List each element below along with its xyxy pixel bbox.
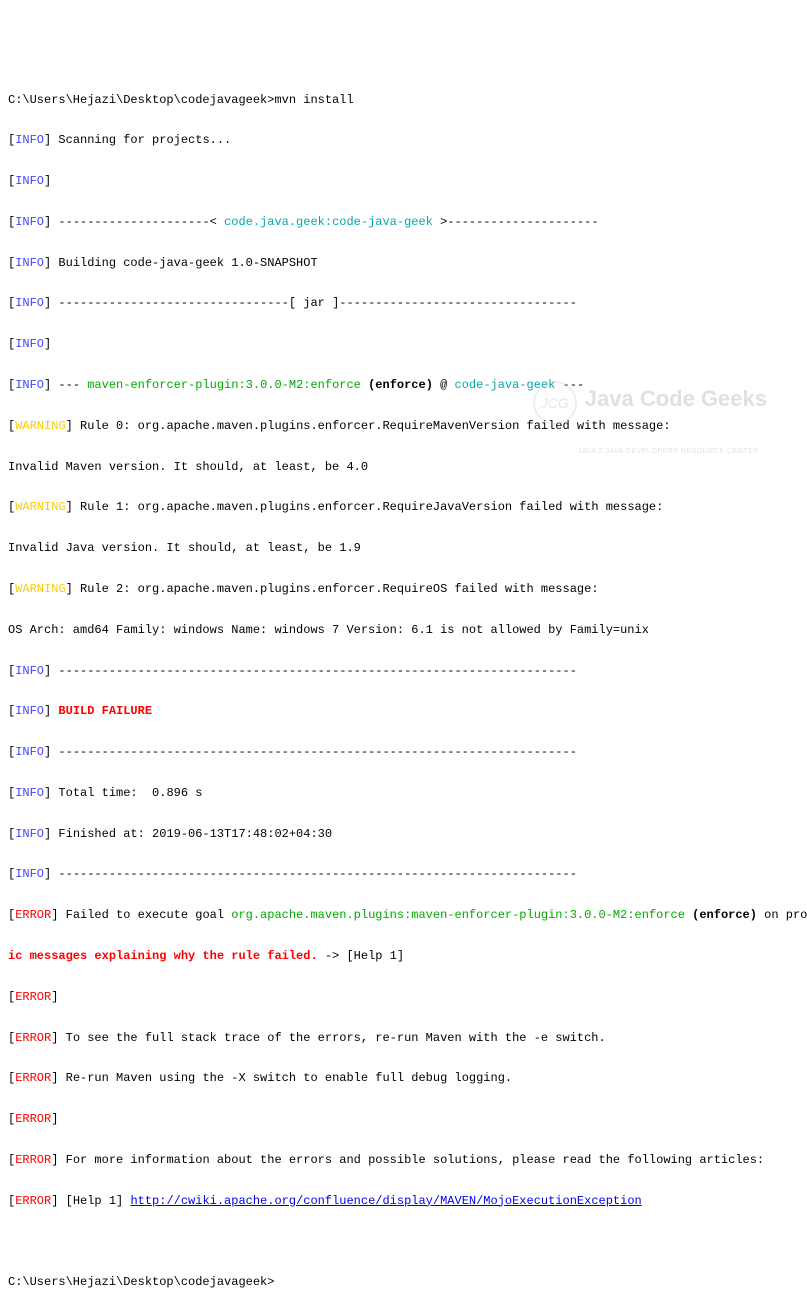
log-line: [INFO] ---------------------------------… bbox=[8, 661, 799, 681]
prompt-line: C:\Users\Hejazi\Desktop\codejavageek>mvn… bbox=[8, 90, 799, 110]
build-failure-line: [INFO] BUILD FAILURE bbox=[8, 701, 799, 721]
log-line: [WARNING] Rule 0: org.apache.maven.plugi… bbox=[8, 416, 799, 436]
log-line: [WARNING] Rule 2: org.apache.maven.plugi… bbox=[8, 579, 799, 599]
log-line: [INFO] --------------------------------[… bbox=[8, 293, 799, 313]
prompt-line[interactable]: C:\Users\Hejazi\Desktop\codejavageek> bbox=[8, 1272, 799, 1292]
error-line: [ERROR] Failed to execute goal org.apach… bbox=[8, 905, 799, 925]
log-line: [INFO] bbox=[8, 334, 799, 354]
log-line: [INFO] Total time: 0.896 s bbox=[8, 783, 799, 803]
log-line: [INFO] ---------------------------------… bbox=[8, 864, 799, 884]
log-line: [INFO] Scanning for projects... bbox=[8, 130, 799, 150]
log-line: OS Arch: amd64 Family: windows Name: win… bbox=[8, 620, 799, 640]
log-line: Invalid Maven version. It should, at lea… bbox=[8, 457, 799, 477]
error-line: [ERROR] [Help 1] http://cwiki.apache.org… bbox=[8, 1191, 799, 1211]
error-line: [ERROR] bbox=[8, 987, 799, 1007]
log-line: [INFO] Building code-java-geek 1.0-SNAPS… bbox=[8, 253, 799, 273]
log-line: [WARNING] Rule 1: org.apache.maven.plugi… bbox=[8, 497, 799, 517]
error-line: [ERROR] Re-run Maven using the -X switch… bbox=[8, 1068, 799, 1088]
error-line: ic messages explaining why the rule fail… bbox=[8, 946, 799, 966]
error-line: [ERROR] bbox=[8, 1109, 799, 1129]
log-line: [INFO] bbox=[8, 171, 799, 191]
log-line: Invalid Java version. It should, at leas… bbox=[8, 538, 799, 558]
log-line: [INFO] ---------------------------------… bbox=[8, 742, 799, 762]
log-line: [INFO] Finished at: 2019-06-13T17:48:02+… bbox=[8, 824, 799, 844]
log-line: [INFO] --- maven-enforcer-plugin:3.0.0-M… bbox=[8, 375, 799, 395]
help-link[interactable]: http://cwiki.apache.org/confluence/displ… bbox=[130, 1194, 641, 1208]
error-line: [ERROR] To see the full stack trace of t… bbox=[8, 1028, 799, 1048]
log-line: [INFO] ---------------------< code.java.… bbox=[8, 212, 799, 232]
error-line: [ERROR] For more information about the e… bbox=[8, 1150, 799, 1170]
blank-line bbox=[8, 1231, 799, 1251]
